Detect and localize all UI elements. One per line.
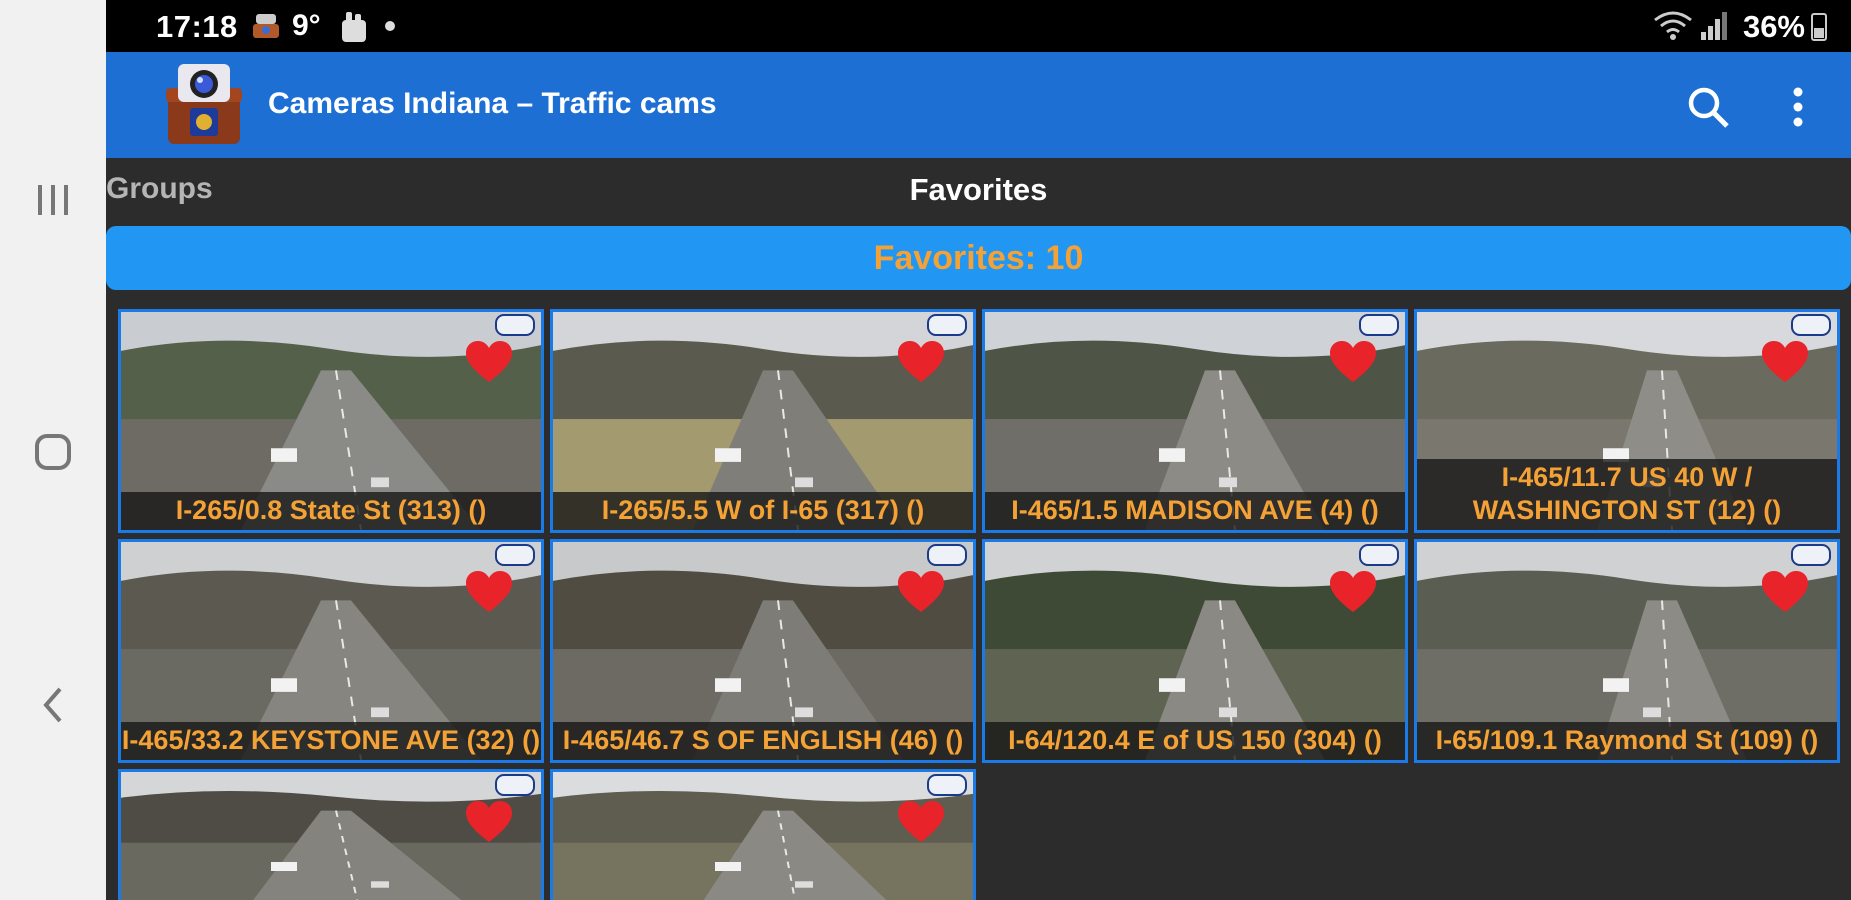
heart-icon[interactable]: [465, 340, 513, 384]
camera-tile[interactable]: I-265/5.5 W of I-65 (317) (): [550, 309, 976, 533]
camera-tile[interactable]: I-64/120.4 E of US 150 (304) (): [982, 539, 1408, 763]
recents-icon: [38, 185, 68, 215]
recents-button[interactable]: [0, 145, 106, 255]
provider-logo: [1791, 544, 1831, 566]
provider-logo: [1791, 314, 1831, 336]
camera-tile[interactable]: I-465/11.7 US 40 W / WASHINGTON ST (12) …: [1414, 309, 1840, 533]
tab-favorites[interactable]: Favorites: [106, 172, 1851, 208]
camera-tile[interactable]: [118, 769, 544, 900]
wifi-icon: [1654, 11, 1692, 40]
notification-icon: [253, 14, 279, 38]
signal-icon: [1701, 12, 1727, 40]
battery-icon: [1811, 13, 1827, 41]
provider-logo: [927, 774, 967, 796]
camera-tile[interactable]: I-465/33.2 KEYSTONE AVE (32) (): [118, 539, 544, 763]
heart-icon[interactable]: [1761, 570, 1809, 614]
provider-logo: [1359, 314, 1399, 336]
heart-icon[interactable]: [465, 570, 513, 614]
home-icon: [35, 434, 71, 470]
home-button[interactable]: [0, 397, 106, 507]
camera-tile[interactable]: I-465/46.7 S OF ENGLISH (46) (): [550, 539, 976, 763]
camera-label: I-65/109.1 Raymond St (109) (): [1417, 722, 1837, 760]
status-bar: 17:18 9° 36%: [106, 0, 1851, 52]
search-button[interactable]: [1683, 82, 1733, 132]
camera-label: I-465/33.2 KEYSTONE AVE (32) (): [121, 722, 541, 760]
more-vert-icon: [1793, 87, 1803, 127]
camera-label: I-465/11.7 US 40 W / WASHINGTON ST (12) …: [1417, 459, 1837, 530]
favorites-count-banner: Favorites: 10: [106, 226, 1851, 290]
camera-tile[interactable]: I-65/109.1 Raymond St (109) (): [1414, 539, 1840, 763]
camera-label: I-465/46.7 S OF ENGLISH (46) (): [553, 722, 973, 760]
weather-icon: [342, 12, 366, 42]
favorites-count-label: Favorites: 10: [873, 238, 1084, 277]
search-icon: [1688, 87, 1729, 128]
status-time: 17:18: [156, 9, 238, 44]
tab-bar: Favorites Groups: [106, 158, 1851, 224]
provider-logo: [927, 544, 967, 566]
camera-grid: I-265/0.8 State St (313) () I-265/5.5 W o…: [118, 309, 1848, 900]
camera-label: I-265/0.8 State St (313) (): [121, 492, 541, 530]
heart-icon[interactable]: [1761, 340, 1809, 384]
heart-icon[interactable]: [1329, 340, 1377, 384]
provider-logo: [1359, 544, 1399, 566]
overflow-menu-button[interactable]: [1783, 82, 1813, 132]
dot-icon: [385, 21, 395, 31]
provider-logo: [495, 774, 535, 796]
camera-label: I-265/5.5 W of I-65 (317) (): [553, 492, 973, 530]
battery-percentage: 36%: [1742, 9, 1805, 44]
provider-logo: [495, 314, 535, 336]
heart-icon[interactable]: [897, 800, 945, 844]
camera-tile[interactable]: [550, 769, 976, 900]
tab-groups[interactable]: Groups: [106, 172, 213, 206]
heart-icon[interactable]: [897, 570, 945, 614]
heart-icon[interactable]: [1329, 570, 1377, 614]
app-logo-icon: [166, 64, 242, 144]
camera-tile[interactable]: I-265/0.8 State St (313) (): [118, 309, 544, 533]
app-bar: Cameras Indiana – Traffic cams: [106, 52, 1851, 158]
navigation-bar: [0, 0, 106, 900]
provider-logo: [927, 314, 967, 336]
camera-label: I-64/120.4 E of US 150 (304) (): [985, 722, 1405, 760]
back-button[interactable]: [0, 650, 106, 760]
heart-icon[interactable]: [465, 800, 513, 844]
provider-logo: [495, 544, 535, 566]
app-window: 17:18 9° 36% Cameras Indiana – Traffic c…: [106, 0, 1851, 900]
camera-label: I-465/1.5 MADISON AVE (4) (): [985, 492, 1405, 530]
heart-icon[interactable]: [897, 340, 945, 384]
status-temperature: 9°: [292, 9, 321, 42]
back-icon: [43, 687, 62, 723]
camera-tile[interactable]: I-465/1.5 MADISON AVE (4) (): [982, 309, 1408, 533]
app-title: Cameras Indiana – Traffic cams: [268, 87, 717, 120]
